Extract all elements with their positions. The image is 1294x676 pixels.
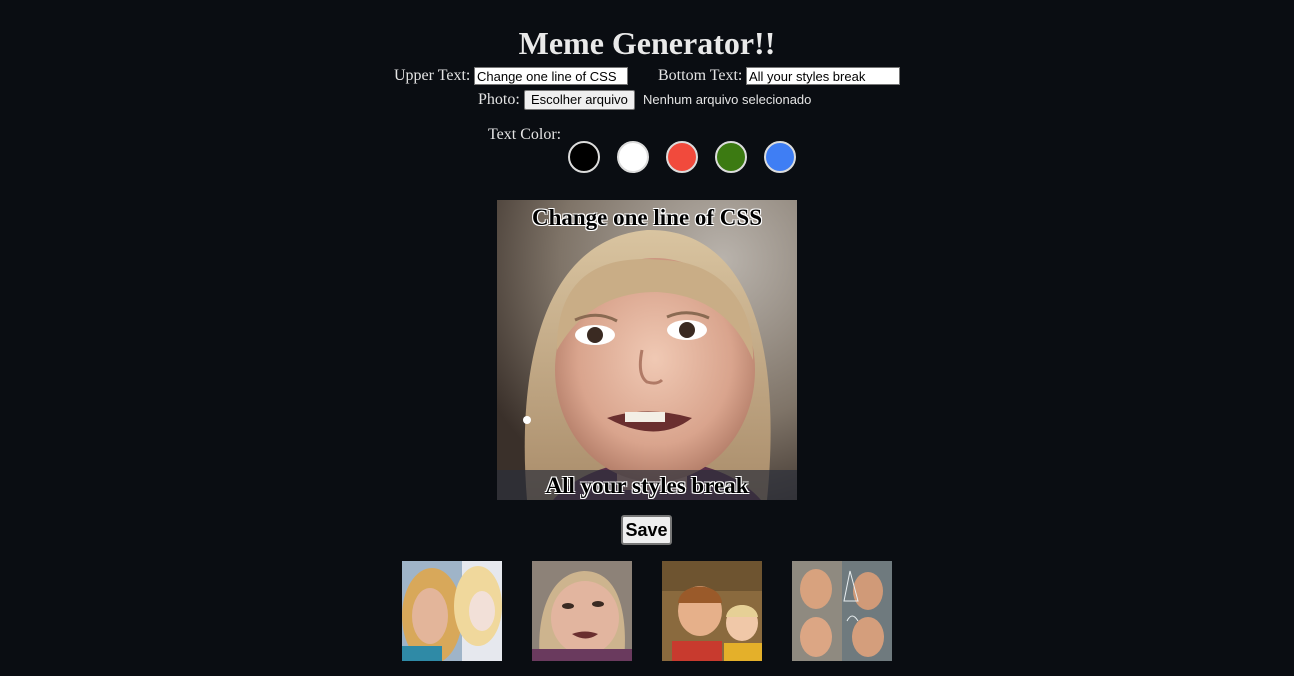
color-swatch-red[interactable] (666, 141, 698, 173)
photo-label: Photo: (478, 91, 520, 108)
meme-bottom-caption: All your styles break (545, 473, 749, 498)
color-swatch-black[interactable] (568, 141, 600, 173)
meme-upper-caption: Change one line of CSS (531, 205, 763, 230)
confused-kids-image (662, 561, 762, 661)
gallery-thumb-side-eye-girl[interactable] (532, 561, 632, 661)
side-eye-girl-image (532, 561, 632, 661)
text-color-label: Text Color: (488, 126, 562, 143)
meme-generator-page: Meme Generator!! Upper Text: Bottom Text… (0, 0, 1294, 676)
color-swatch-white[interactable] (617, 141, 649, 173)
gallery-thumb-blonde-woman-crying[interactable] (402, 561, 502, 661)
bottom-text-input[interactable] (746, 67, 900, 85)
save-button[interactable]: Save (621, 515, 672, 545)
color-swatch-green[interactable] (715, 141, 747, 173)
upper-text-input[interactable] (474, 67, 628, 85)
gallery-thumb-confused-kids[interactable] (662, 561, 762, 661)
upper-text-label: Upper Text: (394, 67, 471, 84)
meme-preview: Change one line of CSS All your styles b… (497, 200, 797, 500)
page-title: Meme Generator!! (518, 25, 776, 61)
file-status-text: Nenhum arquivo selecionado (643, 92, 812, 107)
gallery-thumb-confused-math-lady[interactable] (792, 561, 892, 661)
meme-image (497, 200, 797, 500)
confused-math-lady-image (792, 561, 892, 661)
blonde-woman-crying-image (402, 561, 502, 661)
bottom-text-label: Bottom Text: (658, 67, 743, 84)
choose-file-button[interactable]: Escolher arquivo (524, 90, 635, 110)
color-swatch-blue[interactable] (764, 141, 796, 173)
